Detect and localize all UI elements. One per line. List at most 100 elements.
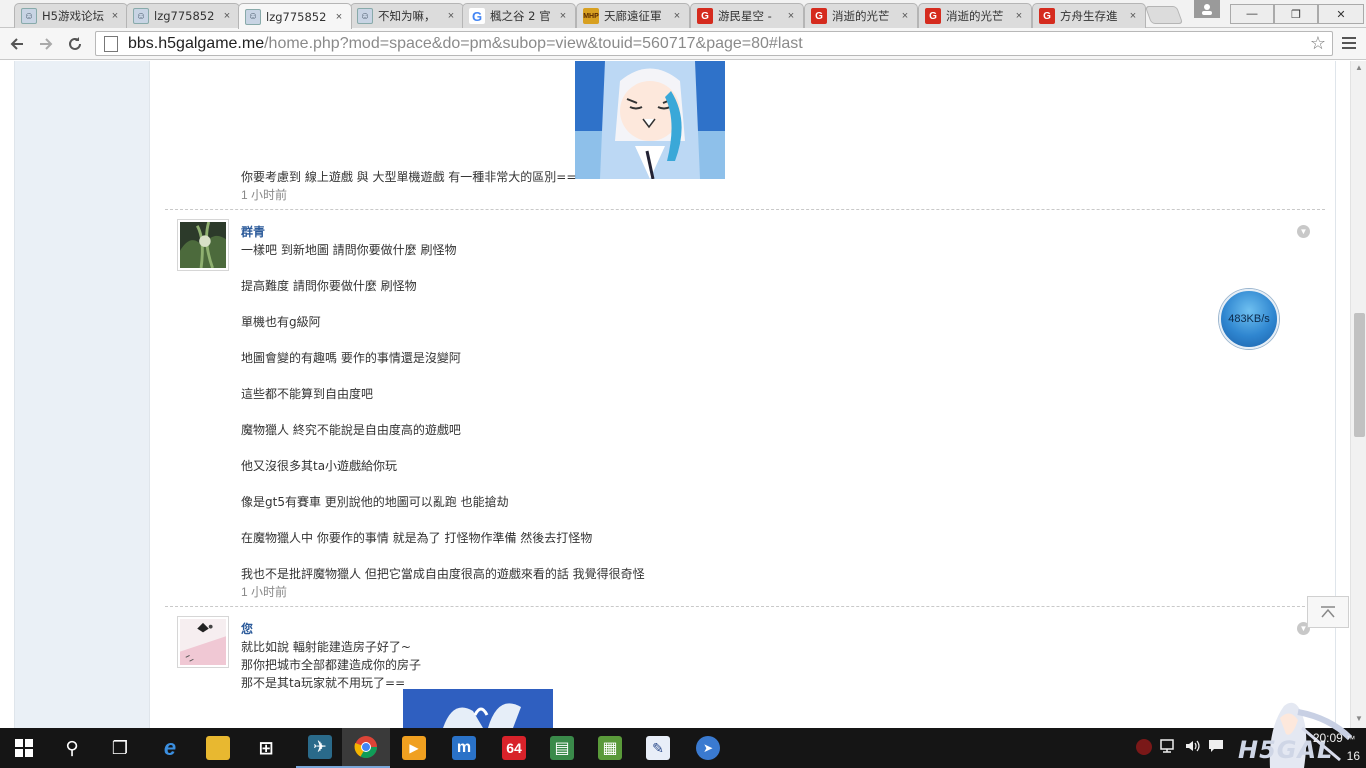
start-button[interactable]	[0, 728, 48, 768]
chevron-down-icon[interactable]: ▼	[1297, 225, 1310, 238]
message-text: 地圖會變的有趣嗎 要作的事情還是沒變阿	[241, 351, 461, 365]
message-text: 他又沒很多其ta小遊戲給你玩	[241, 459, 398, 473]
chrome-icon[interactable]	[342, 728, 390, 768]
message-text: 魔物獵人 終究不能說是自由度高的遊戲吧	[241, 423, 461, 437]
username-link[interactable]: 群青	[241, 223, 265, 240]
message-time: 1 小时前	[241, 585, 288, 599]
clock-time: 20:09	[1312, 731, 1343, 745]
flight-app-icon[interactable]: ✈	[296, 728, 344, 768]
windows-taskbar: ⚲ ❐ e ▬ ⊞ ✈ ▶ m 64 ▤ ▦ ✎ ➤	[0, 728, 1366, 768]
h5-avatar-icon: ☺	[21, 8, 37, 24]
notification-icon[interactable]	[1208, 738, 1224, 757]
page-scrollbar[interactable]: ▲ ▼	[1350, 61, 1366, 728]
h5-avatar-icon: ☺	[245, 8, 261, 25]
file-explorer-icon[interactable]: ▬	[194, 728, 242, 768]
tab-close-icon[interactable]: ×	[1013, 10, 1025, 22]
aida64-icon[interactable]: 64	[490, 728, 538, 768]
back-arrow-icon[interactable]	[5, 32, 29, 56]
profile-icon[interactable]	[1194, 0, 1220, 18]
browser-tab[interactable]: ☺ 不知为嘛， ×	[350, 3, 464, 28]
network-speed-value: 483KB/s	[1228, 313, 1270, 325]
system-clock[interactable]: 20:09 ™ 16	[1306, 730, 1362, 765]
message-text: 那不是其ta玩家就不用玩了==	[241, 676, 406, 690]
gamersky-icon: G	[925, 8, 941, 24]
message-text: 就比如說 輻射能建造房子好了~	[241, 640, 411, 654]
chart-app-icon[interactable]: ✎	[634, 728, 682, 768]
gamersky-icon: G	[697, 8, 713, 24]
clock-date: 16	[1346, 749, 1360, 763]
tab-title: 天廊遠征軍	[604, 9, 662, 23]
tab-close-icon[interactable]: ×	[785, 10, 797, 22]
scrollbar-thumb[interactable]	[1354, 313, 1365, 437]
message-text: 單機也有g級阿	[241, 315, 321, 329]
books-icon[interactable]: ▤	[538, 728, 586, 768]
tab-close-icon[interactable]: ×	[445, 10, 457, 22]
browser-tab[interactable]: G 楓之谷 2 官 ×	[462, 3, 576, 28]
media-player-icon[interactable]: ▶	[390, 728, 438, 768]
tab-title: 游民星空 -	[718, 9, 772, 23]
url-host: bbs.h5galgame.me	[128, 34, 265, 52]
tab-close-icon[interactable]: ×	[899, 10, 911, 22]
tab-title: 消逝的光芒	[946, 9, 1004, 23]
network-icon[interactable]	[1160, 738, 1178, 757]
avatar[interactable]	[177, 616, 229, 668]
search-icon[interactable]: ⚲	[48, 728, 96, 768]
chrome-menu-icon[interactable]	[1340, 34, 1358, 52]
address-bar[interactable]: bbs.h5galgame.me/home.php?mod=space&do=p…	[95, 31, 1333, 56]
username-link[interactable]: 您	[241, 620, 253, 637]
h5-avatar-icon: ☺	[133, 8, 149, 24]
bookmark-star-icon[interactable]: ☆	[1310, 33, 1326, 54]
message-text: 這些都不能算到自由度吧	[241, 387, 374, 401]
new-tab-button[interactable]	[1144, 6, 1184, 24]
store-icon[interactable]: ⊞	[242, 728, 290, 768]
tray-mark: ™	[1346, 734, 1356, 744]
gamersky-icon: G	[811, 8, 827, 24]
close-window-button[interactable]: ✕	[1318, 4, 1364, 24]
message-text: 你要考慮到 線上遊戲 與 大型單機遊戲 有一種非常大的區別==	[241, 170, 577, 184]
browser-tab[interactable]: ☺ H5游戏论坛 ×	[14, 3, 128, 28]
forward-arrow-icon[interactable]	[34, 32, 58, 56]
browser-tab[interactable]: G 方舟生存進 ×	[1032, 3, 1146, 28]
message-divider	[165, 606, 1325, 607]
minimize-button[interactable]: —	[1230, 4, 1274, 24]
tab-title: lzg775852	[266, 9, 327, 24]
maxthon-icon[interactable]: m	[440, 728, 488, 768]
browser-tab[interactable]: G 游民星空 - ×	[690, 3, 804, 28]
browser-tab-active[interactable]: ☺ lzg775852 ×	[238, 3, 352, 29]
tab-close-icon[interactable]: ×	[221, 10, 233, 22]
tab-close-icon[interactable]: ×	[557, 10, 569, 22]
media-browser-icon[interactable]: ➤	[684, 728, 732, 768]
reload-icon[interactable]	[63, 32, 87, 56]
scroll-up-arrow-icon[interactable]: ▲	[1351, 63, 1366, 75]
tab-strip: ☺ H5游戏论坛 × ☺ lzg775852 × ☺ lzg775852 × ☺…	[0, 0, 1366, 29]
message-text: 那你把城市全部都建造成你的房子	[241, 658, 422, 672]
left-sidebar	[14, 61, 150, 728]
url-text[interactable]: bbs.h5galgame.me/home.php?mod=space&do=p…	[128, 35, 803, 53]
browser-tab[interactable]: G 消逝的光芒 ×	[804, 3, 918, 28]
tab-close-icon[interactable]: ×	[333, 11, 345, 23]
back-to-top-button[interactable]	[1307, 596, 1349, 628]
tray-app-icon[interactable]	[1136, 739, 1152, 755]
maximize-button[interactable]: ❐	[1274, 4, 1318, 24]
tab-title: 不知为嘛，	[378, 9, 436, 23]
tab-close-icon[interactable]: ×	[671, 10, 683, 22]
url-path: /home.php?mod=space&do=pm&subop=view&tou…	[264, 34, 803, 52]
tab-title: lzg775852	[154, 9, 215, 23]
task-view-icon[interactable]: ❐	[96, 728, 144, 768]
message-text: 提高難度 請問你要做什麼 刷怪物	[241, 279, 417, 293]
browser-tab[interactable]: G 消逝的光芒 ×	[918, 3, 1032, 28]
browser-tab[interactable]: ☺ lzg775852 ×	[126, 3, 240, 28]
tab-title: 楓之谷 2 官	[490, 9, 551, 23]
volume-icon[interactable]	[1184, 738, 1202, 757]
network-speed-widget[interactable]: 483KB/s	[1219, 289, 1279, 349]
page-icon	[104, 35, 118, 52]
browser-tab[interactable]: MHP 天廊遠征軍 ×	[576, 3, 690, 28]
avatar[interactable]	[177, 219, 229, 271]
tab-close-icon[interactable]: ×	[1127, 10, 1139, 22]
google-icon: G	[469, 8, 485, 24]
tab-title: H5游戏论坛	[42, 9, 104, 23]
edge-icon[interactable]: e	[146, 728, 194, 768]
tab-close-icon[interactable]: ×	[109, 10, 121, 22]
tab-title: 消逝的光芒	[832, 9, 890, 23]
gpu-card-icon[interactable]: ▦	[586, 728, 634, 768]
